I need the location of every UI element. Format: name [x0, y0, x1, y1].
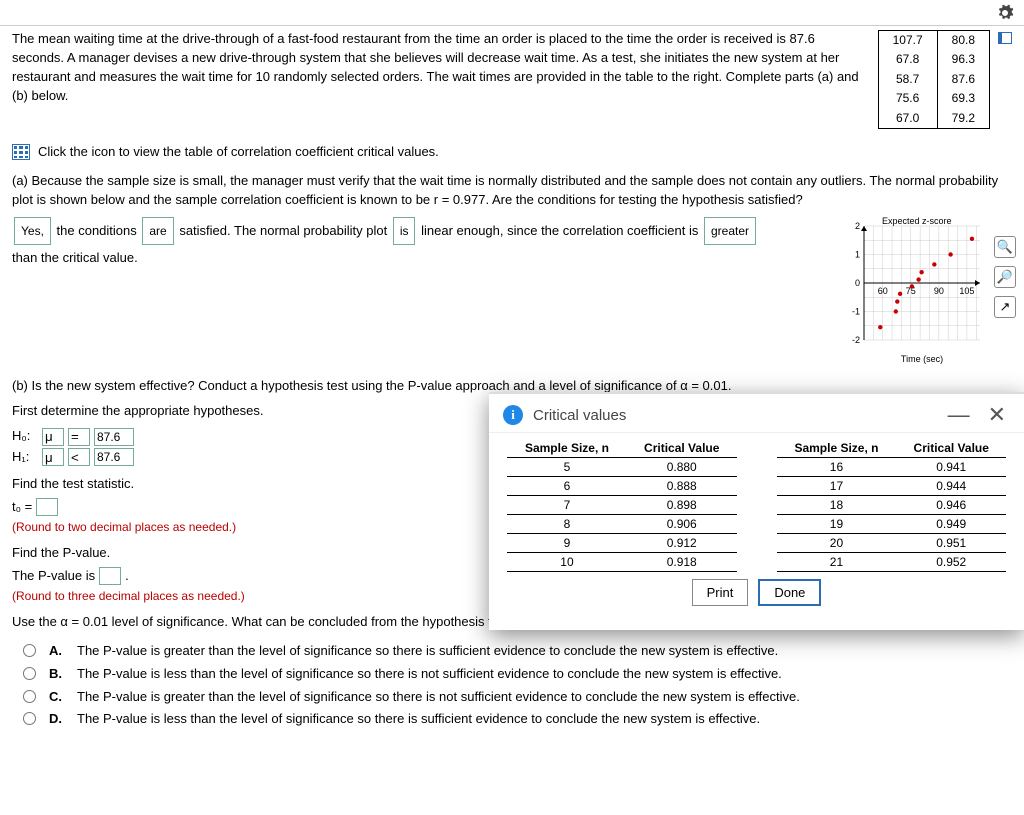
popup-icon[interactable]: ↗ — [994, 296, 1016, 318]
wait-times-table: 107.780.8 67.896.3 58.787.6 75.669.3 67.… — [878, 30, 990, 129]
opt-d-lbl: D. — [49, 710, 67, 729]
txt: linear enough, since the correlation coe… — [417, 223, 701, 238]
opt-c-lbl: C. — [49, 688, 67, 707]
ans-greater[interactable]: greater — [704, 217, 756, 245]
option-b-radio[interactable] — [23, 667, 36, 680]
h0-param[interactable] — [42, 428, 64, 446]
opt-c-text: The P-value is greater than the level of… — [77, 688, 800, 707]
critical-values-table-left: Sample Size, nCritical Value 50.880 60.8… — [507, 439, 737, 572]
svg-text:90: 90 — [934, 286, 944, 296]
zoom-in-icon[interactable]: 🔍 — [994, 236, 1016, 258]
opt-d-text: The P-value is less than the level of si… — [77, 710, 760, 729]
txt: than the critical value. — [12, 250, 138, 265]
txt: the conditions — [53, 223, 140, 238]
part-a-prompt: (a) Because the sample size is small, th… — [12, 172, 1012, 210]
h1-op[interactable] — [68, 448, 90, 466]
critical-values-table-icon[interactable] — [12, 144, 30, 160]
critical-values-table-right: Sample Size, nCritical Value 160.941 170… — [777, 439, 1007, 572]
option-d-radio[interactable] — [23, 712, 36, 725]
svg-text:105: 105 — [959, 286, 974, 296]
modal-title: Critical values — [533, 407, 934, 424]
pvalue-input[interactable] — [99, 567, 121, 585]
svg-text:-2: -2 — [852, 335, 860, 345]
option-c-radio[interactable] — [23, 690, 36, 703]
h1-param[interactable] — [42, 448, 64, 466]
opt-a-text: The P-value is greater than the level of… — [77, 642, 778, 661]
opt-b-text: The P-value is less than the level of si… — [77, 665, 782, 684]
pv-dot: . — [125, 567, 129, 586]
h0-value[interactable] — [94, 428, 134, 446]
svg-text:Expected z-score: Expected z-score — [882, 216, 952, 226]
h0-op[interactable] — [68, 428, 90, 446]
print-button[interactable]: Print — [692, 579, 749, 606]
t0-label: t₀ = — [12, 498, 32, 517]
svg-text:-1: -1 — [852, 307, 860, 317]
svg-text:2: 2 — [855, 221, 860, 231]
gear-icon[interactable] — [996, 4, 1014, 22]
t0-input[interactable] — [36, 498, 58, 516]
svg-text:Time (sec): Time (sec) — [901, 354, 943, 364]
opt-a-lbl: A. — [49, 642, 67, 661]
h0-label: H₀: — [12, 427, 38, 446]
pv-label: The P-value is — [12, 567, 95, 586]
ans-yes[interactable]: Yes, — [14, 217, 51, 245]
h1-value[interactable] — [94, 448, 134, 466]
ans-is[interactable]: is — [393, 217, 416, 245]
close-icon[interactable]: ✕ — [984, 404, 1010, 426]
opt-b-lbl: B. — [49, 665, 67, 684]
minimize-icon[interactable]: — — [944, 404, 974, 426]
done-button[interactable]: Done — [758, 579, 821, 606]
svg-text:0: 0 — [855, 278, 860, 288]
info-icon: i — [503, 405, 523, 425]
icon-link-text[interactable]: Click the icon to view the table of corr… — [38, 143, 439, 162]
svg-text:60: 60 — [878, 286, 888, 296]
critical-values-modal: i Critical values — ✕ Sample Size, nCrit… — [489, 392, 1024, 630]
svg-text:1: 1 — [855, 250, 860, 260]
copy-icon[interactable] — [998, 32, 1012, 44]
zoom-out-icon[interactable]: 🔎 — [994, 266, 1016, 288]
txt: satisfied. The normal probability plot — [176, 223, 391, 238]
normal-probability-plot: -2-1012607590105Expected z-scoreTime (se… — [836, 214, 986, 364]
ans-are[interactable]: are — [142, 217, 173, 245]
h1-label: H₁: — [12, 448, 38, 467]
option-a-radio[interactable] — [23, 644, 36, 657]
problem-text: The mean waiting time at the drive-throu… — [12, 30, 870, 129]
